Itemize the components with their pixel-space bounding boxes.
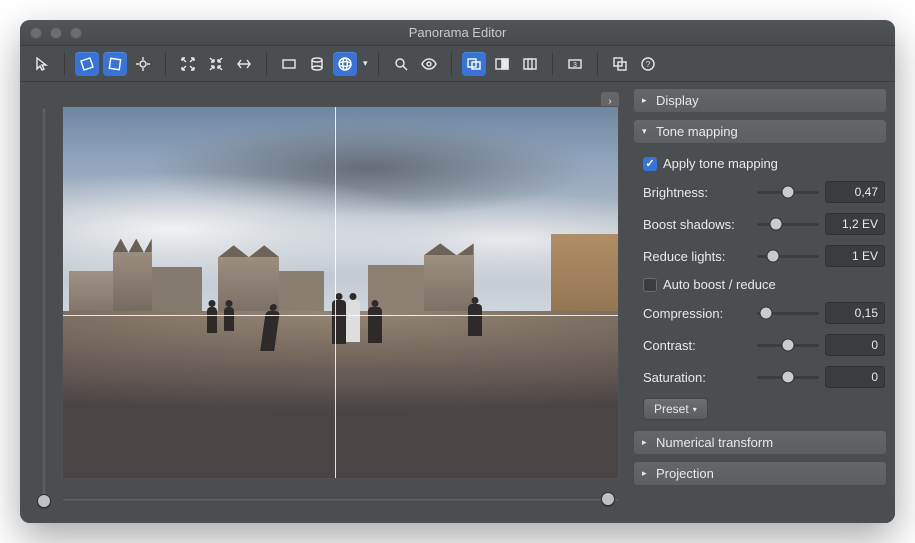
brightness-label: Brightness: [643,185,751,200]
brightness-value[interactable]: 0,47 [825,181,885,203]
cursor-arrow-icon[interactable] [30,52,54,76]
compression-slider[interactable] [757,305,819,321]
reduce-lights-row: Reduce lights: 1 EV [643,245,885,267]
saturation-row: Saturation: 0 [643,366,885,388]
tone-mapping-body: ✓ Apply tone mapping Brightness: 0,47 Bo… [633,150,887,424]
section-projection[interactable]: ▸ Projection [633,461,887,486]
apply-tone-mapping-row: ✓ Apply tone mapping [643,156,885,171]
quad-a-icon[interactable] [75,52,99,76]
contrast-label: Contrast: [643,338,751,353]
compress-icon[interactable] [204,52,228,76]
contrast-value[interactable]: 0 [825,334,885,356]
windows-icon[interactable] [608,52,632,76]
traffic-lights [30,27,82,39]
auto-boost-reduce-label: Auto boost / reduce [663,277,776,292]
titlebar: Panorama Editor [20,20,895,46]
pitch-slider[interactable] [34,106,54,509]
apply-tone-mapping-checkbox[interactable]: ✓ [643,157,657,171]
auto-boost-reduce-checkbox[interactable] [643,278,657,292]
zoom-icon[interactable] [389,52,413,76]
chevron-right-icon: ▸ [642,95,652,106]
reduce-lights-label: Reduce lights: [643,249,751,264]
center-vertical-guide [335,107,336,478]
toolbar-separator [266,53,267,75]
boost-shadows-row: Boost shadows: 1,2 EV [643,213,885,235]
center-line-icon[interactable] [232,52,256,76]
toolbar-separator [552,53,553,75]
zoom-window-button[interactable] [70,27,82,39]
editor-body: › [20,82,895,523]
brightness-slider[interactable] [757,184,819,200]
overlay-b-icon[interactable] [518,52,542,76]
section-numerical-transform[interactable]: ▸ Numerical transform [633,430,887,455]
close-window-button[interactable] [30,27,42,39]
toolbar-separator [597,53,598,75]
canvas-column: › [20,82,633,523]
boost-shadows-value[interactable]: 1,2 EV [825,213,885,235]
section-tone-mapping[interactable]: ▾ Tone mapping [633,119,887,144]
saturation-slider[interactable] [757,369,819,385]
preset-label: Preset [654,402,689,416]
projection-dropdown-icon[interactable]: ▾ [361,58,368,69]
section-title: Numerical transform [656,435,773,450]
svg-text:3: 3 [573,62,577,69]
contrast-slider[interactable] [757,337,819,353]
expand-icon[interactable] [176,52,200,76]
overlay-a-icon[interactable] [462,52,486,76]
app-window: Panorama Editor ▾ 3 ? › [20,20,895,523]
eye-icon[interactable] [417,52,441,76]
svg-text:?: ? [645,60,650,69]
cylinder-icon[interactable] [305,52,329,76]
compression-value[interactable]: 0,15 [825,302,885,324]
overlay-contrast-icon[interactable] [490,52,514,76]
target-icon[interactable] [131,52,155,76]
grid-3-icon[interactable]: 3 [563,52,587,76]
section-title: Display [656,93,699,108]
sidebar: ▸ Display ▾ Tone mapping ✓ Apply tone ma… [633,82,895,523]
reduce-lights-value[interactable]: 1 EV [825,245,885,267]
panorama-canvas[interactable] [62,106,619,479]
chevron-right-icon: ▸ [642,468,652,479]
saturation-label: Saturation: [643,370,751,385]
section-title: Tone mapping [656,124,738,139]
toolbar-separator [64,53,65,75]
toolbar-separator [165,53,166,75]
compression-label: Compression: [643,306,751,321]
section-display[interactable]: ▸ Display [633,88,887,113]
preset-button[interactable]: Preset ▾ [643,398,708,420]
minimize-window-button[interactable] [50,27,62,39]
apply-tone-mapping-label: Apply tone mapping [663,156,778,171]
quad-b-icon[interactable] [103,52,127,76]
toolbar: ▾ 3 ? [20,46,895,82]
auto-boost-reduce-row: Auto boost / reduce [643,277,885,292]
yaw-slider[interactable] [62,489,619,509]
chevron-right-icon: ▸ [642,437,652,448]
window-title: Panorama Editor [20,25,895,40]
rect-icon[interactable] [277,52,301,76]
contrast-row: Contrast: 0 [643,334,885,356]
chevron-down-icon: ▾ [693,405,697,414]
help-icon[interactable]: ? [636,52,660,76]
boost-shadows-label: Boost shadows: [643,217,751,232]
boost-shadows-slider[interactable] [757,216,819,232]
compression-row: Compression: 0,15 [643,302,885,324]
saturation-value[interactable]: 0 [825,366,885,388]
brightness-row: Brightness: 0,47 [643,181,885,203]
center-horizontal-guide [63,315,618,316]
section-title: Projection [656,466,714,481]
chevron-down-icon: ▾ [642,126,652,137]
toolbar-separator [378,53,379,75]
sphere-icon[interactable] [333,52,357,76]
reduce-lights-slider[interactable] [757,248,819,264]
toolbar-separator [451,53,452,75]
